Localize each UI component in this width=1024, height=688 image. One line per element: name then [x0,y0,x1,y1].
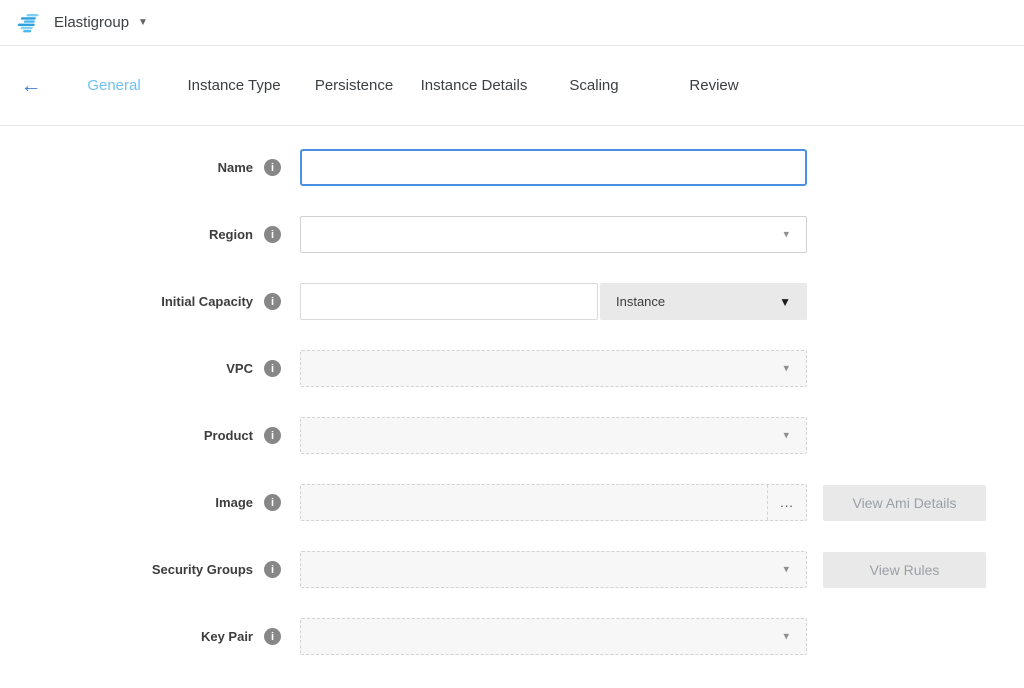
tab-general[interactable]: General [54,77,174,94]
field-label-name: Name [218,160,253,175]
tab-instance-details[interactable]: Instance Details [414,77,534,94]
tab-review[interactable]: Review [654,77,774,94]
field-label-image: Image [215,495,253,510]
initial-capacity-input[interactable] [300,283,598,320]
chevron-down-icon: ▼ [138,17,148,28]
chevron-down-icon: ▾ [783,631,789,642]
field-label-security-groups: Security Groups [152,562,253,577]
general-form: Name i Region i ▾ Initial Capacity i Ins… [0,126,1024,655]
form-row-name: Name i [0,149,1024,186]
form-row-vpc: VPC i ▾ [0,350,1024,387]
view-ami-details-button[interactable]: View Ami Details [823,485,986,521]
vpc-select[interactable]: ▾ [300,350,807,387]
tab-scaling[interactable]: Scaling [534,77,654,94]
image-input[interactable]: ... [300,484,807,521]
capacity-unit-value: Instance [616,294,665,309]
region-select[interactable]: ▾ [300,216,807,253]
info-icon[interactable]: i [264,427,281,444]
info-icon[interactable]: i [264,226,281,243]
chevron-down-icon: ▾ [783,363,789,374]
tab-instance-type[interactable]: Instance Type [174,77,294,94]
chevron-down-icon: ▾ [783,430,789,441]
view-rules-button[interactable]: View Rules [823,552,986,588]
security-groups-select[interactable]: ▾ [300,551,807,588]
info-icon[interactable]: i [264,628,281,645]
back-arrow-icon[interactable]: ← [18,75,44,96]
form-row-product: Product i ▾ [0,417,1024,454]
capacity-unit-select[interactable]: Instance ▼ [600,283,807,320]
field-label-key-pair: Key Pair [201,629,253,644]
field-label-region: Region [209,227,253,242]
app-switcher[interactable]: Elastigroup ▼ [16,12,148,34]
image-browse-button[interactable]: ... [767,485,806,520]
info-icon[interactable]: i [264,293,281,310]
chevron-down-icon: ▼ [779,296,791,308]
name-input[interactable] [300,149,807,186]
app-name: Elastigroup [54,14,129,31]
field-label-product: Product [204,428,253,443]
form-row-image: Image i ... View Ami Details [0,484,1024,521]
product-select[interactable]: ▾ [300,417,807,454]
chevron-down-icon: ▾ [783,564,789,575]
chevron-down-icon: ▾ [783,229,789,240]
info-icon[interactable]: i [264,561,281,578]
form-row-region: Region i ▾ [0,216,1024,253]
form-row-initial-capacity: Initial Capacity i Instance ▼ [0,283,1024,320]
info-icon[interactable]: i [264,360,281,377]
info-icon[interactable]: i [264,159,281,176]
form-row-key-pair: Key Pair i ▾ [0,618,1024,655]
form-row-security-groups: Security Groups i ▾ View Rules [0,551,1024,588]
wizard-tabbar: ← General Instance Type Persistence Inst… [0,46,1024,126]
field-label-initial-capacity: Initial Capacity [161,294,253,309]
key-pair-select[interactable]: ▾ [300,618,807,655]
tab-persistence[interactable]: Persistence [294,77,414,94]
info-icon[interactable]: i [264,494,281,511]
elastigroup-logo-icon [16,12,42,34]
top-header: Elastigroup ▼ [0,0,1024,46]
wizard-tabs: General Instance Type Persistence Instan… [54,77,774,94]
field-label-vpc: VPC [226,361,253,376]
